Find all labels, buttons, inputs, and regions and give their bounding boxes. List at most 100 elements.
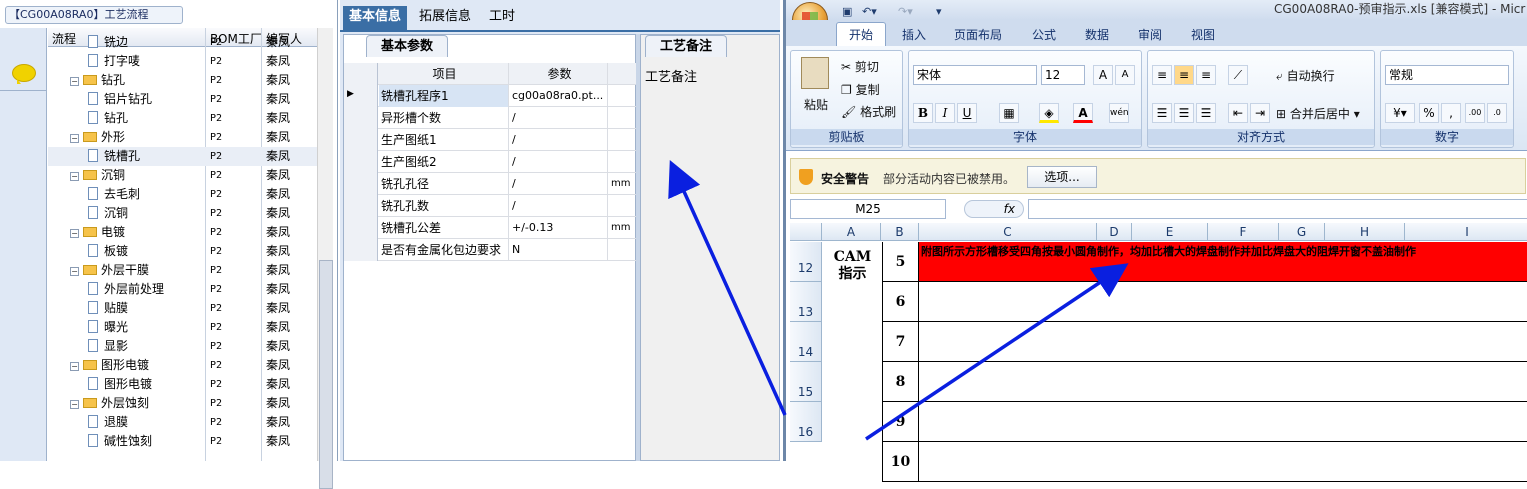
- collapse-icon[interactable]: −: [70, 362, 79, 371]
- fill-color-icon[interactable]: ◈: [1039, 103, 1059, 123]
- tree-row[interactable]: 沉铜 P2 秦凤: [48, 204, 318, 223]
- tree-row[interactable]: − 外层干膜 P2 秦凤: [48, 261, 318, 280]
- param-value[interactable]: cg00a08ra0.pt...: [510, 85, 608, 107]
- decrease-decimal-icon[interactable]: .0: [1487, 103, 1507, 123]
- merged-cell[interactable]: [919, 322, 1527, 362]
- ribbon-tab-insert[interactable]: 插入: [902, 26, 926, 43]
- column-header[interactable]: C: [919, 223, 1097, 241]
- row-selector[interactable]: [344, 129, 378, 151]
- select-all-corner[interactable]: [790, 223, 822, 241]
- tree-row[interactable]: 贴膜 P2 秦凤: [48, 299, 318, 318]
- param-row[interactable]: 铣孔孔径 / mm: [344, 173, 637, 195]
- ribbon-tab-formulas[interactable]: 公式: [1032, 26, 1056, 43]
- row-selector[interactable]: [344, 173, 378, 195]
- row-header[interactable]: 16: [790, 402, 822, 442]
- param-row[interactable]: 异形槽个数 /: [344, 107, 637, 129]
- row-selector[interactable]: [344, 107, 378, 129]
- align-middle-icon[interactable]: ≡: [1174, 65, 1194, 85]
- font-size-select[interactable]: 12: [1041, 65, 1085, 85]
- param-row[interactable]: 生产图纸2/: [344, 151, 637, 173]
- param-value[interactable]: /: [510, 107, 608, 129]
- collapse-icon[interactable]: −: [70, 267, 79, 276]
- tree-row[interactable]: − 图形电镀 P2 秦凤: [48, 356, 318, 375]
- align-center-icon[interactable]: ☰: [1174, 103, 1194, 123]
- tree-row[interactable]: − 钻孔 P2 秦凤: [48, 71, 318, 90]
- collapse-icon[interactable]: −: [70, 400, 79, 409]
- paste-button[interactable]: 粘贴: [804, 96, 828, 113]
- param-value[interactable]: /: [510, 151, 608, 173]
- undo-icon[interactable]: ↶▾: [862, 3, 877, 21]
- column-header[interactable]: H: [1325, 223, 1405, 241]
- tab-process-remarks[interactable]: 工艺备注: [645, 35, 728, 57]
- column-header[interactable]: G: [1279, 223, 1325, 241]
- orientation-icon[interactable]: ⟋: [1228, 65, 1248, 85]
- tree-row[interactable]: − 沉铜 P2 秦凤: [48, 166, 318, 185]
- b-cell[interactable]: 8: [882, 362, 919, 402]
- tree-row[interactable]: 去毛刺 P2 秦凤: [48, 185, 318, 204]
- tree-row[interactable]: 外层前处理 P2 秦凤: [48, 280, 318, 299]
- row-header[interactable]: 12: [790, 242, 822, 282]
- merged-cell[interactable]: [919, 282, 1527, 322]
- param-row[interactable]: 是否有金属化包边要求 N: [344, 239, 637, 261]
- wrap-text-button[interactable]: ⤶ 自动换行: [1276, 67, 1335, 84]
- italic-icon[interactable]: I: [935, 103, 955, 123]
- formula-input[interactable]: [1028, 199, 1527, 219]
- decrease-indent-icon[interactable]: ⇤: [1228, 103, 1248, 123]
- tree-row[interactable]: − 外层蚀刻 P2 秦凤: [48, 394, 318, 413]
- param-value[interactable]: N: [510, 239, 608, 261]
- tree-row[interactable]: 退膜 P2 秦凤: [48, 413, 318, 432]
- tree-row[interactable]: 曝光 P2 秦凤: [48, 318, 318, 337]
- bold-icon[interactable]: B: [913, 103, 933, 123]
- b-cell[interactable]: 7: [882, 322, 919, 362]
- tree-row[interactable]: − 电镀 P2 秦凤: [48, 223, 318, 242]
- percent-icon[interactable]: %: [1419, 103, 1439, 123]
- collapse-icon[interactable]: −: [70, 134, 79, 143]
- column-header[interactable]: B: [881, 223, 919, 241]
- grid-header-param[interactable]: 参数: [510, 63, 608, 85]
- collapse-icon[interactable]: −: [70, 77, 79, 86]
- name-box[interactable]: M25: [790, 199, 946, 219]
- param-row[interactable]: ▶ 铣槽孔程序1 cg00a08ra0.pt...: [344, 85, 637, 107]
- security-options-button[interactable]: 选项...: [1027, 166, 1097, 188]
- tree-row[interactable]: 板镀 P2 秦凤: [48, 242, 318, 261]
- column-header[interactable]: D: [1097, 223, 1132, 241]
- number-format-select[interactable]: 常规: [1385, 65, 1509, 85]
- param-row[interactable]: 铣槽孔公差 +/-0.13 mm: [344, 217, 637, 239]
- param-row[interactable]: 铣孔孔数 /: [344, 195, 637, 217]
- tree-row[interactable]: 图形电镀 P2 秦凤: [48, 375, 318, 394]
- row-selector[interactable]: [344, 217, 378, 239]
- ribbon-tab-data[interactable]: 数据: [1085, 26, 1109, 43]
- shrink-font-icon[interactable]: A: [1115, 65, 1135, 85]
- underline-icon[interactable]: U: [957, 103, 977, 123]
- function-icon[interactable]: fx: [964, 200, 1024, 218]
- row-selector[interactable]: [344, 151, 378, 173]
- tab-basic-info[interactable]: 基本信息: [343, 6, 408, 30]
- redo-icon[interactable]: ↷▾: [898, 3, 913, 21]
- accounting-icon[interactable]: ¥▾: [1385, 103, 1415, 123]
- tree-row[interactable]: 显影 P2 秦凤: [48, 337, 318, 356]
- param-value[interactable]: +/-0.13: [510, 217, 608, 239]
- row-header[interactable]: 13: [790, 282, 822, 322]
- tab-extended-info[interactable]: 拓展信息: [413, 6, 477, 30]
- tree-scrollbar[interactable]: [317, 28, 333, 489]
- format-painter-button[interactable]: 🖌 格式刷: [841, 103, 896, 120]
- tab-basic-params[interactable]: 基本参数: [366, 35, 449, 57]
- param-value[interactable]: /: [510, 195, 608, 217]
- instruction-cell[interactable]: 附图所示方形槽移受四角按最小圆角制作，均加比槽大的焊盘制作并加比焊盘大的阻焊开窗…: [919, 242, 1527, 282]
- tree-row[interactable]: 钻孔 P2 秦凤: [48, 109, 318, 128]
- align-left-icon[interactable]: ☰: [1152, 103, 1172, 123]
- grid-header-item[interactable]: 项目: [379, 63, 509, 85]
- align-top-icon[interactable]: ≡: [1152, 65, 1172, 85]
- increase-indent-icon[interactable]: ⇥: [1250, 103, 1270, 123]
- tree-row[interactable]: − 外形 P2 秦凤: [48, 128, 318, 147]
- font-name-select[interactable]: 宋体: [913, 65, 1037, 85]
- b-cell[interactable]: 6: [882, 282, 919, 322]
- borders-icon[interactable]: ▦: [999, 103, 1019, 123]
- phonetic-icon[interactable]: wén: [1109, 103, 1129, 123]
- param-row[interactable]: 生产图纸1/: [344, 129, 637, 151]
- column-header[interactable]: A: [822, 223, 881, 241]
- save-icon[interactable]: ▣: [842, 3, 852, 21]
- align-right-icon[interactable]: ☰: [1196, 103, 1216, 123]
- param-value[interactable]: /: [510, 173, 608, 195]
- customize-toolbar-icon[interactable]: ▾: [936, 3, 942, 21]
